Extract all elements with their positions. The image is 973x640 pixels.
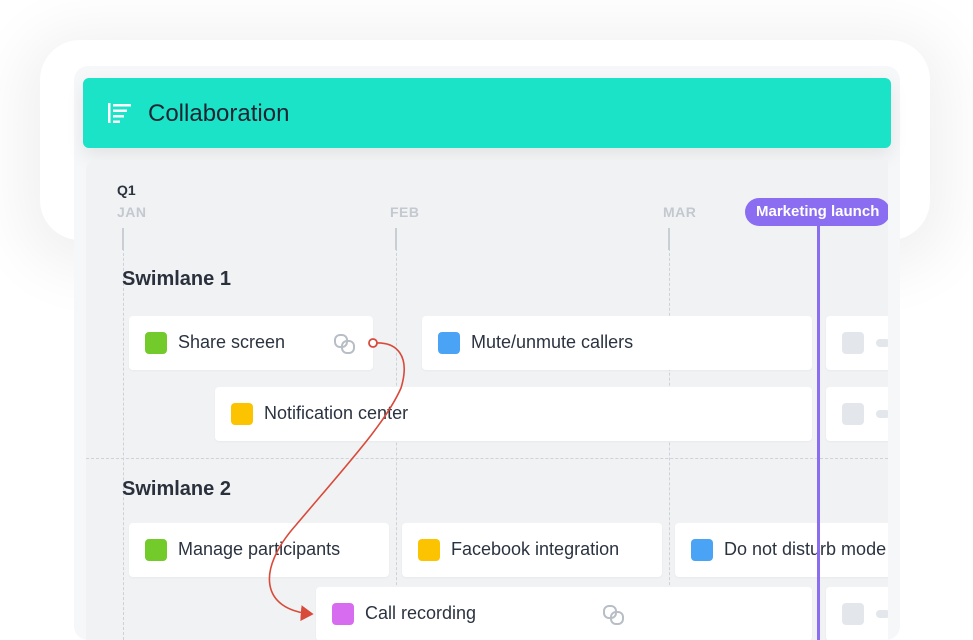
dependency-arrow[interactable] — [86, 160, 888, 640]
timeline-icon — [108, 103, 131, 123]
milestone-line — [817, 226, 820, 640]
roadmap-title: Collaboration — [148, 100, 290, 127]
milestone-marketing-launch[interactable]: Marketing launch — [745, 198, 888, 226]
timeline-board: Q1 JAN FEB MAR Swimlane 1 Swimlane 2 Sha… — [86, 160, 888, 640]
roadmap-header: Collaboration — [83, 78, 891, 148]
